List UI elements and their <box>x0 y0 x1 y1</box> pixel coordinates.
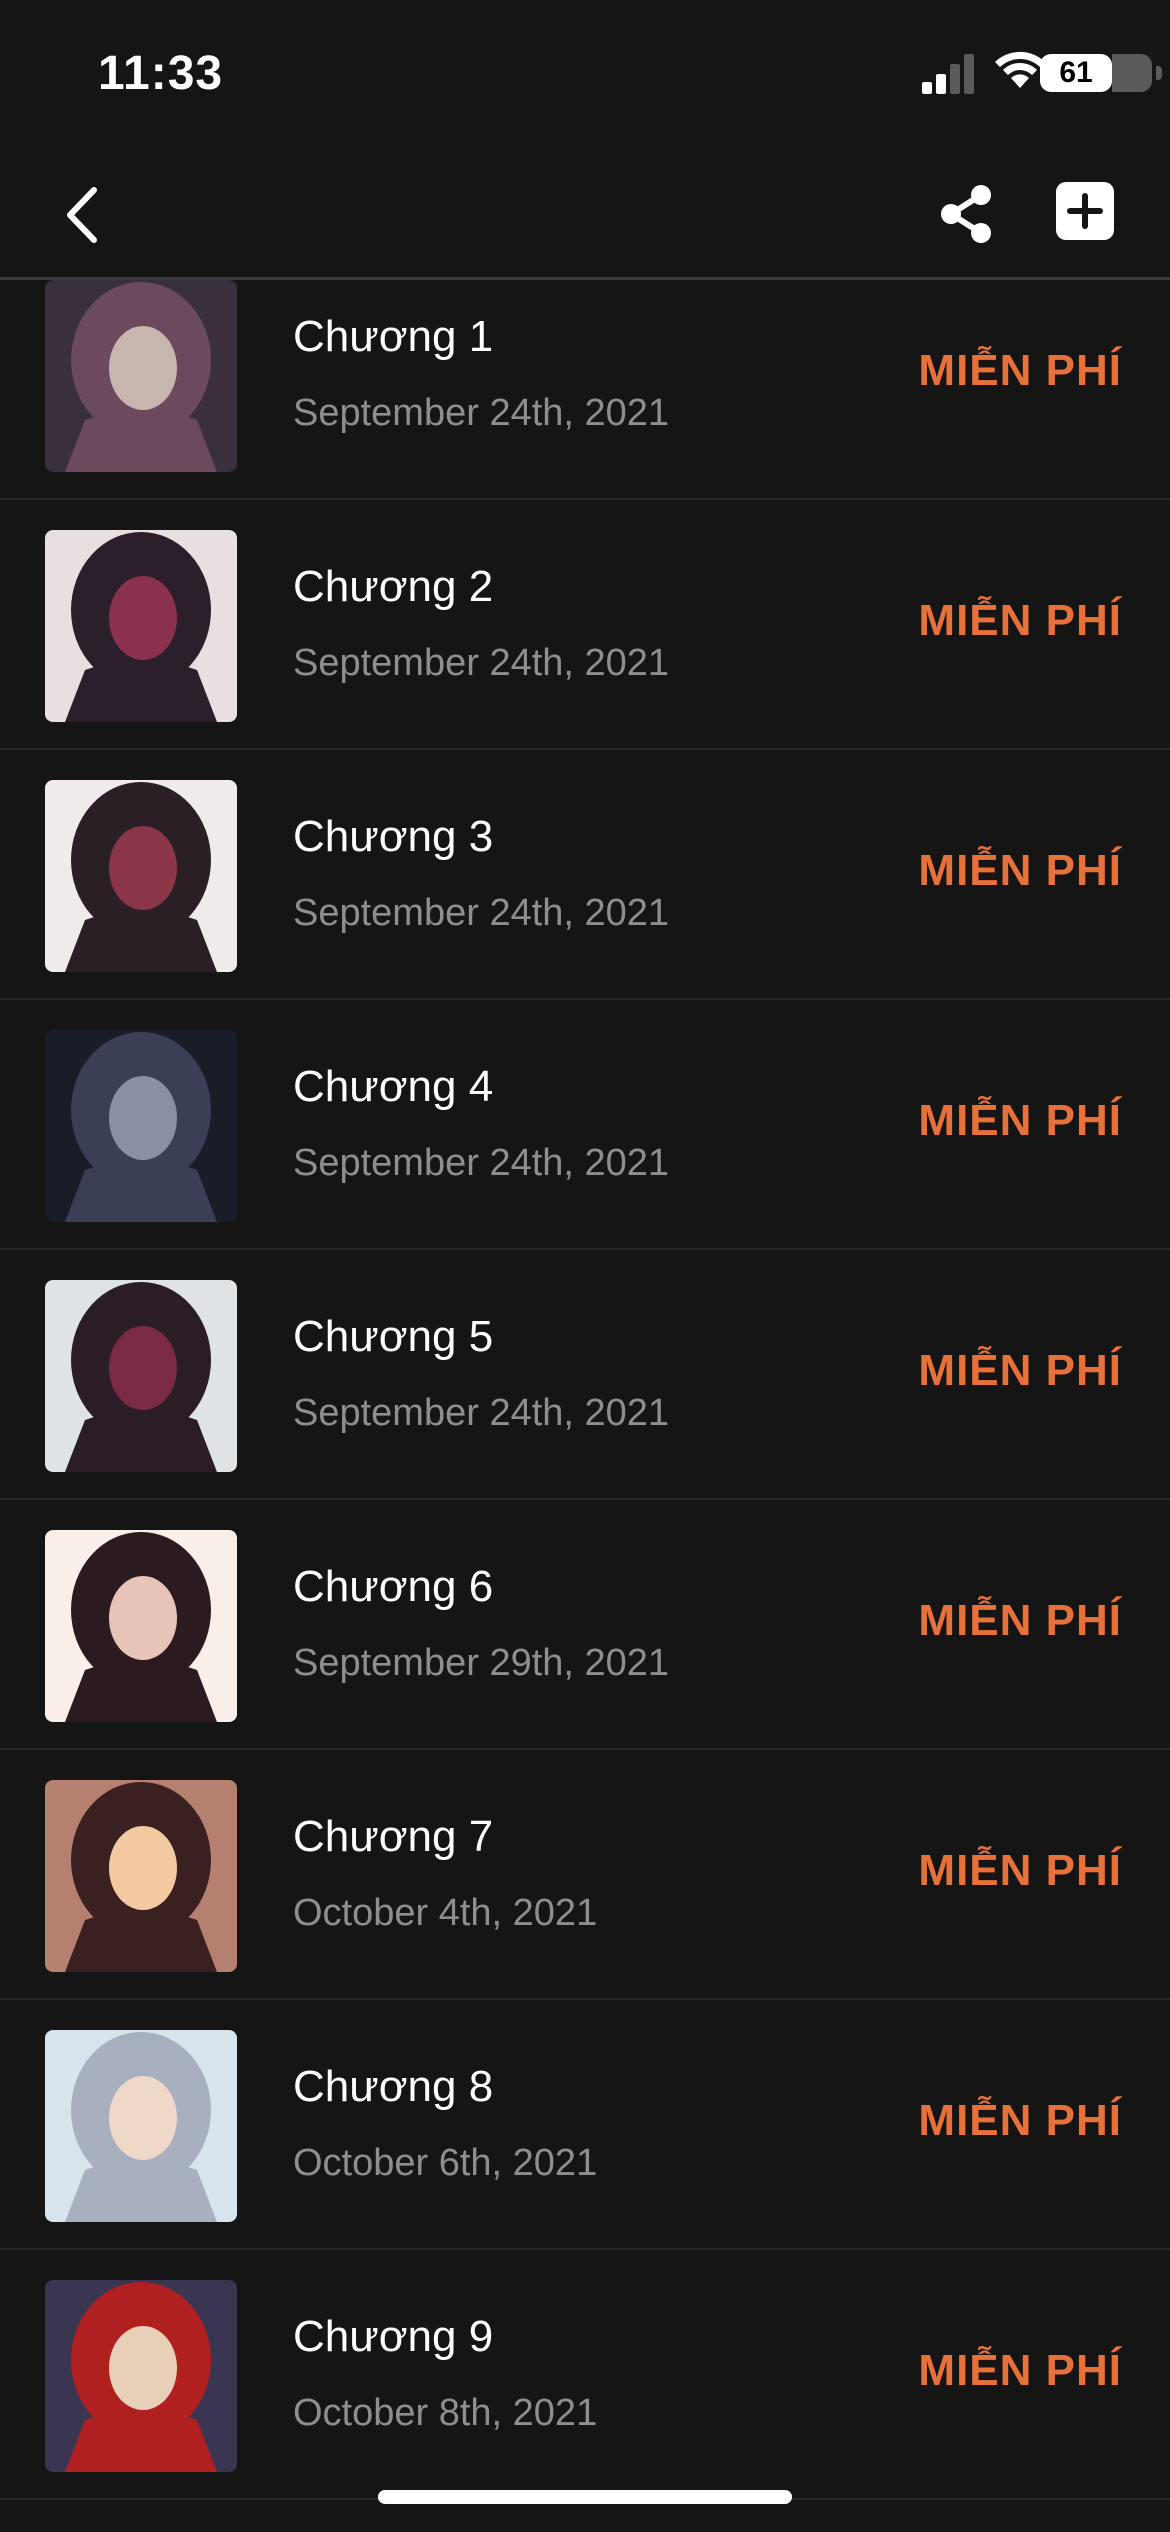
home-indicator[interactable] <box>378 2490 792 2504</box>
chapter-date: September 24th, 2021 <box>293 1142 670 1184</box>
chapter-thumbnail <box>45 1030 237 1222</box>
chapter-row-9[interactable]: Chương 9 October 8th, 2021 MIỄN PHÍ <box>0 2250 1170 2500</box>
chapter-price-badge: MIỄN PHÍ <box>918 2346 1122 2395</box>
chevron-left-icon <box>67 187 97 243</box>
chapter-row-3[interactable]: Chương 3 September 24th, 2021 MIỄN PHÍ <box>0 750 1170 1000</box>
chapter-title: Chương 2 <box>293 562 494 611</box>
chapter-date: October 6th, 2021 <box>293 2142 598 2184</box>
top-nav-bar <box>0 150 1170 280</box>
chapter-date: September 24th, 2021 <box>293 392 670 434</box>
chapter-row-1[interactable]: Chương 1 September 24th, 2021 MIỄN PHÍ <box>0 250 1170 500</box>
chapter-date: October 4th, 2021 <box>293 1892 598 1934</box>
chapter-title: Chương 4 <box>293 1062 494 1111</box>
status-bar: 11:33 61 <box>0 0 1170 150</box>
share-icon <box>941 185 991 243</box>
chapter-price-badge: MIỄN PHÍ <box>918 596 1122 645</box>
chapter-price-badge: MIỄN PHÍ <box>918 846 1122 895</box>
chapter-date: September 24th, 2021 <box>293 1392 670 1434</box>
chapter-thumbnail <box>45 1780 237 1972</box>
chapter-thumbnail <box>45 2280 237 2472</box>
back-button[interactable] <box>52 180 112 250</box>
chapter-price-badge: MIỄN PHÍ <box>918 346 1122 395</box>
chapter-price-badge: MIỄN PHÍ <box>918 1846 1122 1895</box>
chapter-title: Chương 8 <box>293 2062 494 2111</box>
chapter-price-badge: MIỄN PHÍ <box>918 2096 1122 2145</box>
chapter-date: September 24th, 2021 <box>293 642 670 684</box>
chapter-title: Chương 6 <box>293 1562 494 1611</box>
chapter-title: Chương 5 <box>293 1312 494 1361</box>
chapter-row-6[interactable]: Chương 6 September 29th, 2021 MIỄN PHÍ <box>0 1500 1170 1750</box>
battery-indicator: 61 <box>1040 54 1162 92</box>
chapter-price-badge: MIỄN PHÍ <box>918 1596 1122 1645</box>
chapter-thumbnail <box>45 780 237 972</box>
chapter-row-8[interactable]: Chương 8 October 6th, 2021 MIỄN PHÍ <box>0 2000 1170 2250</box>
chapter-row-7[interactable]: Chương 7 October 4th, 2021 MIỄN PHÍ <box>0 1750 1170 2000</box>
chapter-date: September 29th, 2021 <box>293 1642 670 1684</box>
chapter-thumbnail <box>45 1530 237 1722</box>
chapter-thumbnail <box>45 280 237 472</box>
status-time: 11:33 <box>98 47 224 100</box>
chapter-price-badge: MIỄN PHÍ <box>918 1346 1122 1395</box>
chapter-title: Chương 9 <box>293 2312 494 2361</box>
share-button[interactable] <box>935 183 997 245</box>
plus-square-icon <box>1067 193 1103 229</box>
chapter-thumbnail <box>45 2030 237 2222</box>
chapter-title: Chương 1 <box>293 312 494 361</box>
chapter-row-5[interactable]: Chương 5 September 24th, 2021 MIỄN PHÍ <box>0 1250 1170 1500</box>
cellular-signal-icon <box>922 50 978 94</box>
chapter-row-2[interactable]: Chương 2 September 24th, 2021 MIỄN PHÍ <box>0 500 1170 750</box>
chapter-title: Chương 7 <box>293 1812 494 1861</box>
chapter-thumbnail <box>45 530 237 722</box>
add-to-library-button[interactable] <box>1056 182 1114 240</box>
chapter-thumbnail <box>45 1280 237 1472</box>
chapter-date: October 8th, 2021 <box>293 2392 598 2434</box>
chapter-row-4[interactable]: Chương 4 September 24th, 2021 MIỄN PHÍ <box>0 1000 1170 1250</box>
chapter-date: September 24th, 2021 <box>293 892 670 934</box>
chapter-list: Chương 1 September 24th, 2021 MIỄN PHÍ C… <box>0 250 1170 2500</box>
battery-level: 61 <box>1059 56 1093 89</box>
chapter-title: Chương 3 <box>293 812 494 861</box>
chapter-price-badge: MIỄN PHÍ <box>918 1096 1122 1145</box>
